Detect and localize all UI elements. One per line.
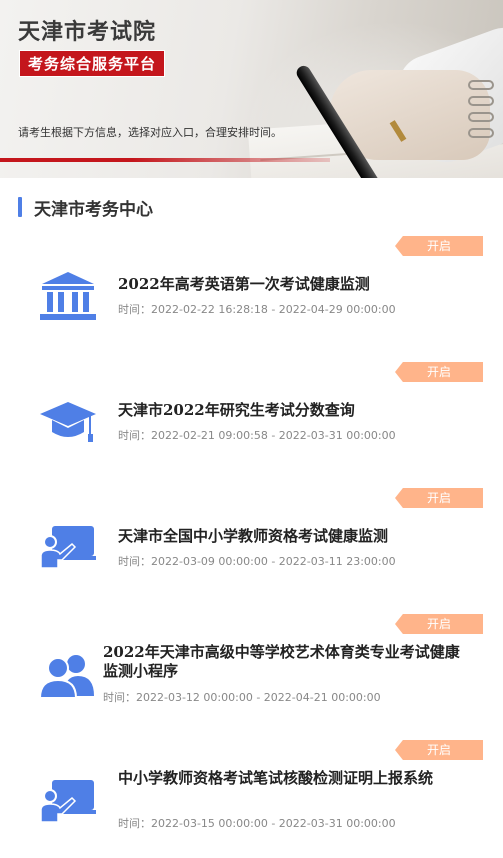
time-range: 2022-02-21 09:00:58 - 2022-03-31 00:00:0…	[151, 429, 396, 442]
time-range: 2022-02-22 16:28:18 - 2022-04-29 00:00:0…	[151, 303, 396, 316]
section-header: 天津市考务中心	[18, 196, 153, 220]
platform-tag: 考务综合服务平台	[19, 50, 166, 77]
status-badge: 开启	[395, 236, 483, 256]
list-item[interactable]: 开启 中小学教师资格考试笔试核酸检测证明上报系统 时间：2022-03-15 0…	[0, 740, 503, 858]
time-label: 时间：	[118, 303, 151, 316]
time-range: 2022-03-09 00:00:00 - 2022-03-11 23:00:0…	[151, 555, 396, 568]
header-hint: 请考生根据下方信息，选择对应入口，合理安排时间。	[18, 126, 282, 139]
time-range: 2022-03-12 00:00:00 - 2022-04-21 00:00:0…	[136, 691, 381, 704]
notebook-rings	[468, 80, 503, 150]
banner-divider	[0, 158, 330, 162]
time-label: 时间：	[118, 429, 151, 442]
list-item[interactable]: 开启 2022年高考英语第一次考试健康监测 时间：2022-02-22 16:2…	[0, 236, 503, 356]
item-time: 时间：2022-02-21 09:00:58 - 2022-03-31 00:0…	[118, 427, 396, 443]
item-time: 时间：2022-03-09 00:00:00 - 2022-03-11 23:0…	[118, 553, 396, 569]
item-title: 2022年高考英语第一次考试健康监测	[118, 275, 370, 293]
item-title: 天津市全国中小学教师资格考试健康监测	[118, 527, 389, 545]
item-time: 时间：2022-02-22 16:28:18 - 2022-04-29 00:0…	[118, 301, 396, 317]
item-title: 天津市2022年研究生考试分数查询	[118, 401, 355, 419]
time-label: 时间：	[118, 555, 151, 568]
graduation-cap-icon	[40, 402, 96, 442]
time-label: 时间：	[103, 691, 136, 704]
item-time: 时间：2022-03-12 00:00:00 - 2022-04-21 00:0…	[103, 689, 381, 705]
status-badge: 开启	[395, 488, 483, 508]
item-time: 时间：2022-03-15 00:00:00 - 2022-03-31 00:0…	[118, 815, 396, 831]
list-item[interactable]: 开启 天津市全国中小学教师资格考试健康监测 时间：2022-03-09 00:0…	[0, 488, 503, 608]
time-label: 时间：	[118, 817, 151, 830]
header-banner: 天津市考试院 考务综合服务平台 请考生根据下方信息，选择对应入口，合理安排时间。	[0, 0, 503, 178]
list-item[interactable]: 开启 2022年天津市高级中等学校艺术体育类专业考试健康监测小程序 时间：202…	[0, 614, 503, 734]
teacher-board-icon	[40, 526, 96, 569]
list-item[interactable]: 开启 天津市2022年研究生考试分数查询 时间：2022-02-21 09:00…	[0, 362, 503, 482]
item-title: 中小学教师资格考试笔试核酸检测证明上报系统	[118, 769, 434, 787]
item-title: 2022年天津市高级中等学校艺术体育类专业考试健康监测小程序	[103, 643, 460, 680]
status-badge: 开启	[395, 362, 483, 382]
page-title: 天津市考试院	[18, 19, 157, 45]
section-accent-bar	[18, 197, 22, 217]
teacher-board-icon	[40, 780, 96, 823]
status-badge: 开启	[395, 614, 483, 634]
section-title: 天津市考务中心	[34, 199, 153, 220]
time-range: 2022-03-15 00:00:00 - 2022-03-31 00:00:0…	[151, 817, 396, 830]
users-icon	[38, 655, 94, 699]
status-badge: 开启	[395, 740, 483, 760]
museum-icon	[40, 272, 96, 320]
